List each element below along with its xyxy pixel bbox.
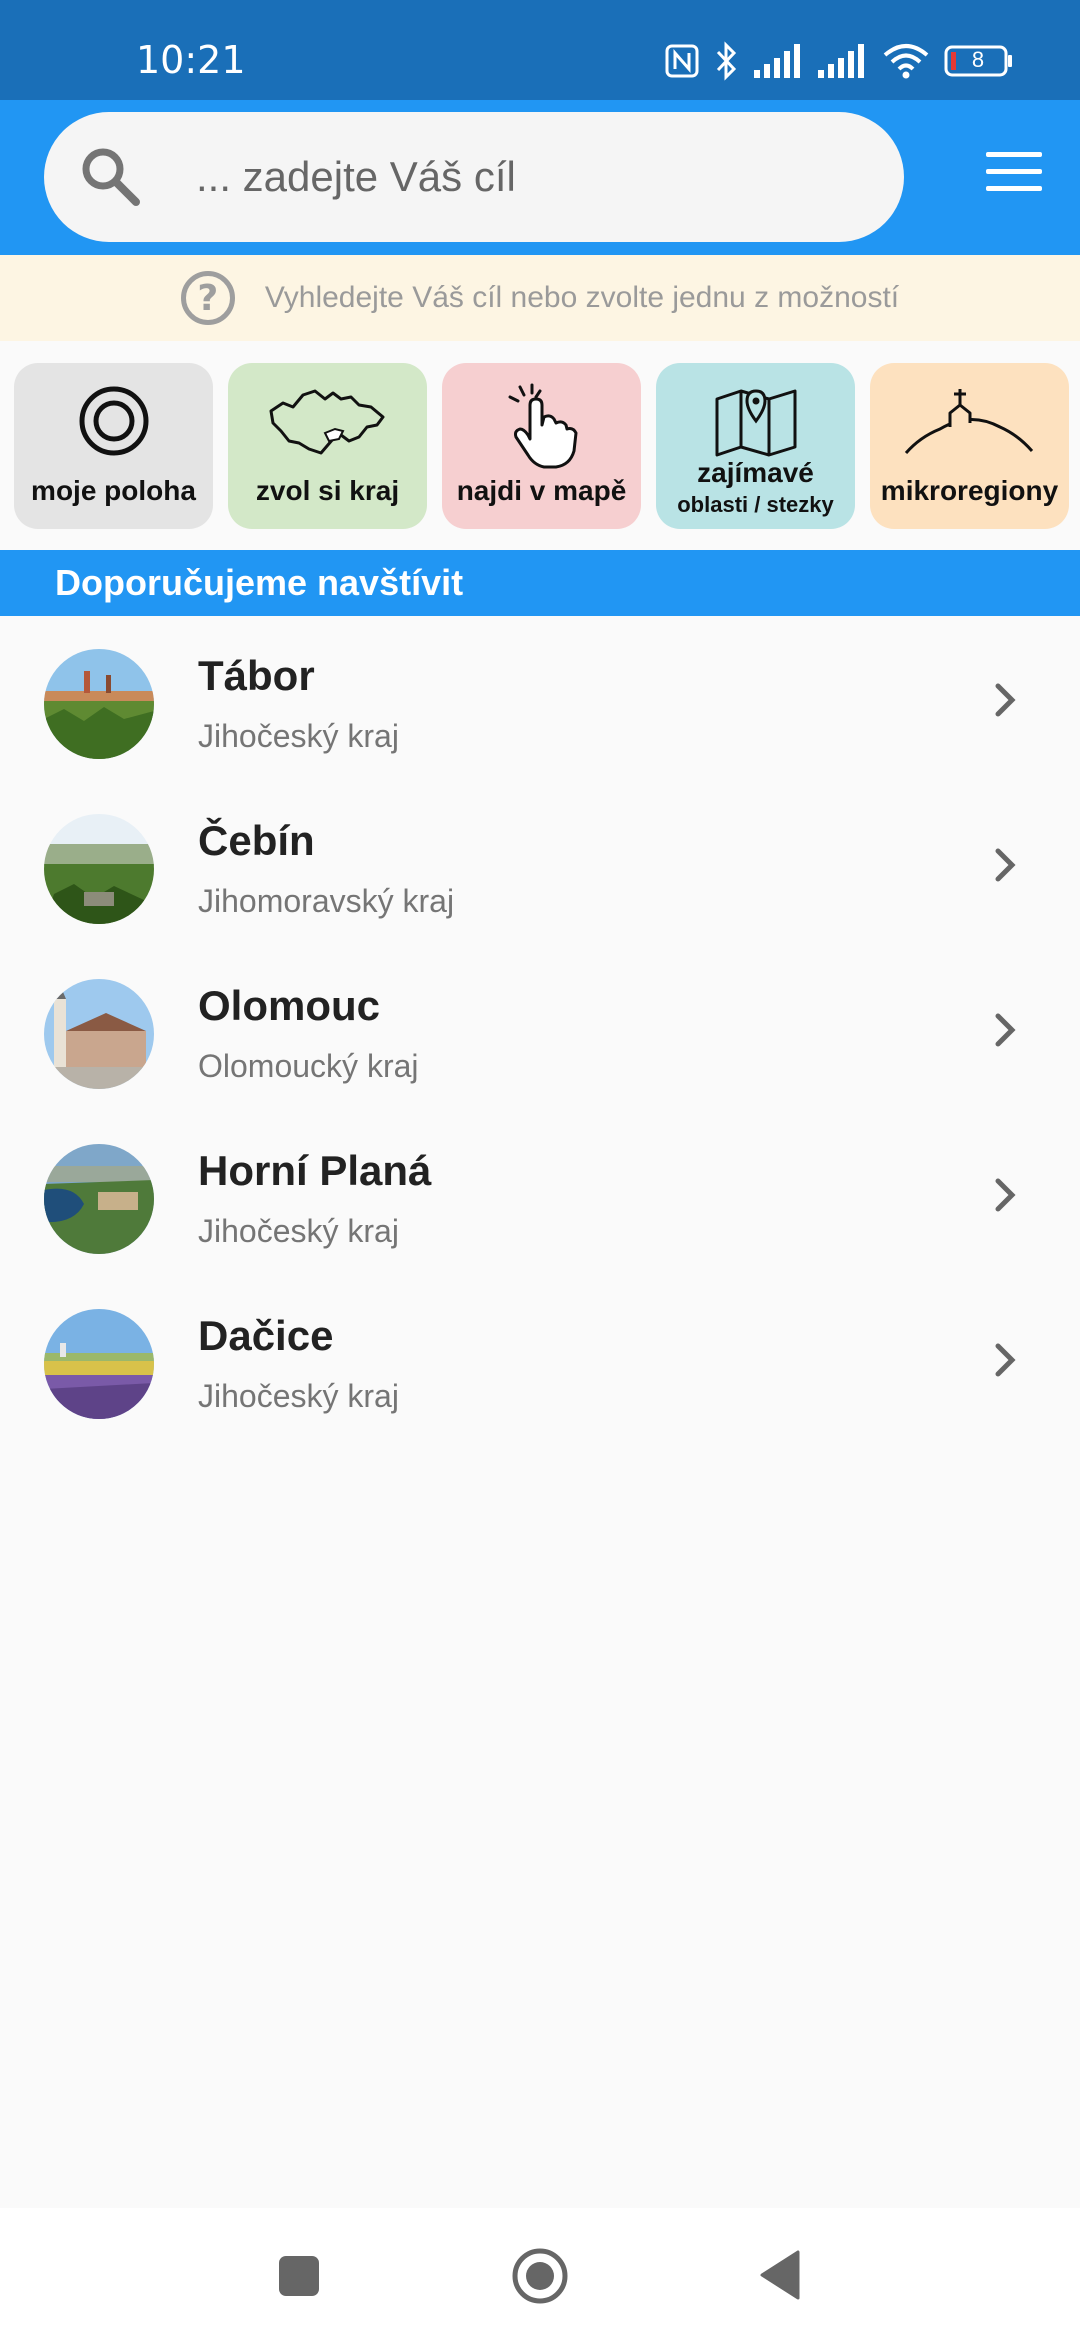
nfc-icon: [665, 44, 699, 78]
place-photo: [44, 814, 154, 924]
place-photo: [44, 1309, 154, 1419]
list-item[interactable]: Olomouc Olomoucký kraj: [0, 946, 1080, 1111]
place-photo: [44, 1144, 154, 1254]
section-header: Doporučujeme navštívit: [0, 550, 1080, 616]
location-target-icon: [79, 386, 148, 456]
place-photo: [44, 979, 154, 1089]
hill-chapel-icon: [904, 389, 1033, 454]
chevron-right-icon: [995, 1343, 1016, 1377]
place-region: Jihočeský kraj: [198, 718, 399, 754]
place-region: Olomoucký kraj: [198, 1048, 419, 1084]
place-name: Tábor: [198, 652, 315, 699]
battery-level: 8: [971, 47, 985, 72]
place-photo: [44, 649, 154, 759]
tile-zajimave[interactable]: zajímavé oblasti / stezky: [656, 363, 855, 529]
tile-najdi-v-mape[interactable]: najdi v mapě: [442, 363, 641, 529]
tile-label: moje poloha: [31, 475, 196, 506]
status-bar: 10:21 8: [0, 0, 1080, 100]
chevron-right-icon: [995, 1013, 1016, 1047]
search-input[interactable]: [196, 142, 876, 212]
place-region: Jihočeský kraj: [198, 1213, 399, 1249]
place-region: Jihomoravský kraj: [198, 883, 455, 919]
tile-label: mikroregiony: [880, 475, 1059, 506]
tile-label: najdi v mapě: [456, 475, 627, 506]
chevron-right-icon: [995, 683, 1016, 717]
status-time: 10:21: [136, 38, 246, 82]
search-icon[interactable]: [78, 144, 144, 210]
navigation-bar: [0, 2208, 1080, 2340]
hamburger-menu-icon[interactable]: [986, 152, 1042, 200]
tile-moje-poloha[interactable]: moje poloha: [14, 363, 213, 529]
list-item[interactable]: Čebín Jihomoravský kraj: [0, 781, 1080, 946]
list-item[interactable]: Tábor Jihočeský kraj: [0, 616, 1080, 781]
tile-mikroregiony[interactable]: mikroregiony: [870, 363, 1069, 529]
place-name: Čebín: [198, 817, 315, 864]
question-circle-icon: ?: [180, 271, 235, 325]
tile-zvol-si-kraj[interactable]: zvol si kraj: [228, 363, 427, 529]
battery-icon: 8: [944, 45, 1014, 77]
status-icons: 8: [664, 38, 1014, 84]
signal-icon: [754, 44, 800, 78]
tile-label-main: zajímavé: [697, 457, 814, 489]
list-item[interactable]: Dačice Jihočeský kraj: [0, 1276, 1080, 1441]
hint-text: Vyhledejte Váš cíl nebo zvolte jednu z m…: [264, 281, 900, 314]
search-bar[interactable]: [44, 112, 904, 242]
place-region: Jihočeský kraj: [198, 1378, 399, 1414]
place-name: Dačice: [198, 1312, 334, 1359]
place-name: Olomouc: [198, 982, 381, 1029]
home-circle-icon[interactable]: [510, 2246, 570, 2306]
chevron-right-icon: [995, 848, 1016, 882]
czech-map-icon: [269, 389, 384, 455]
places-list: Tábor Jihočeský kraj Čebín Jihomoravský …: [0, 616, 1080, 1441]
app-bar: [0, 100, 1080, 255]
place-name: Horní Planá: [198, 1147, 432, 1194]
folded-map-pin-icon: [715, 389, 796, 457]
chevron-right-icon: [995, 1178, 1016, 1212]
wifi-icon: [883, 44, 929, 79]
list-item[interactable]: Horní Planá Jihočeský kraj: [0, 1111, 1080, 1276]
tile-label-sub: oblasti / stezky: [677, 491, 834, 517]
recents-square-icon[interactable]: [276, 2253, 322, 2299]
back-triangle-icon[interactable]: [756, 2248, 802, 2302]
category-tiles: moje poloha zvol si kraj najdi v mapě za…: [14, 363, 1074, 529]
signal-icon: [818, 44, 864, 78]
tap-hand-icon: [508, 383, 577, 469]
hint-banner: ? Vyhledejte Váš cíl nebo zvolte jednu z…: [0, 255, 1080, 341]
tile-label: zvol si kraj: [255, 475, 400, 506]
tile-label: zajímavé oblasti / stezky: [656, 457, 855, 517]
bluetooth-icon: [716, 41, 737, 81]
